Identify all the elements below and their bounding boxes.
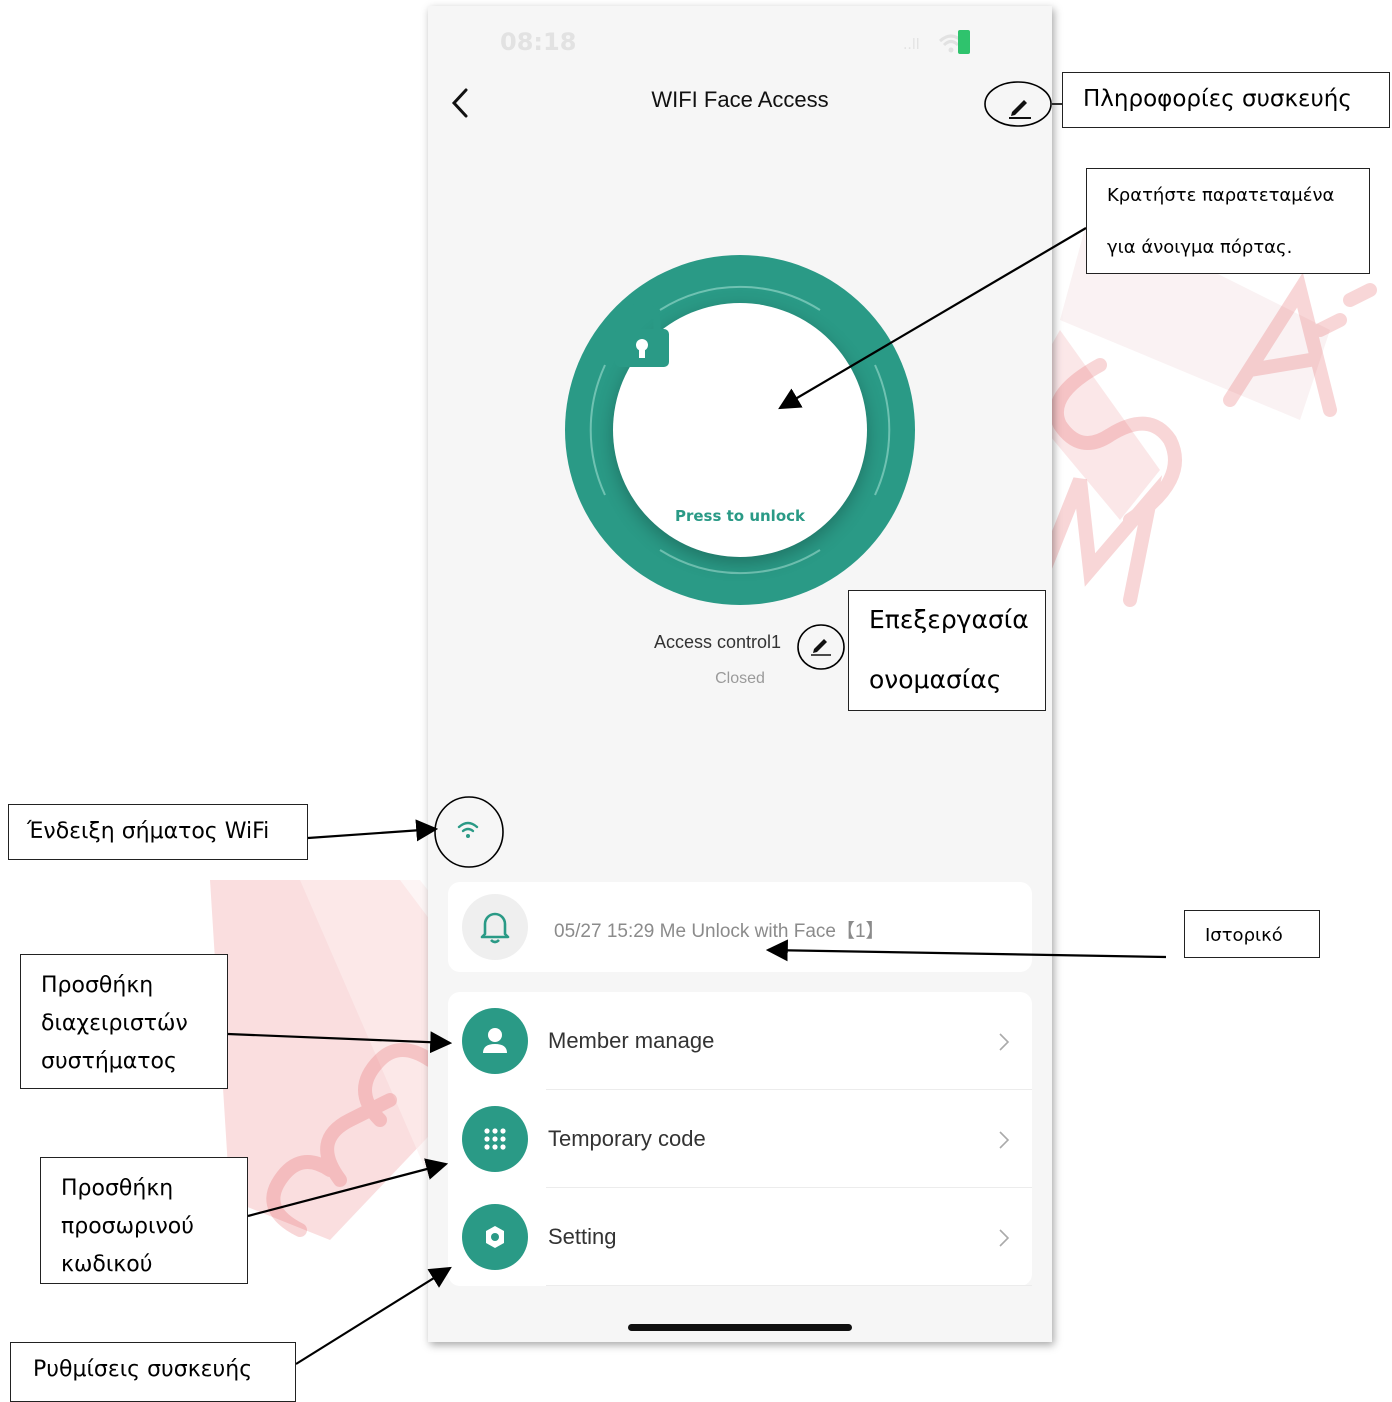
arrow-wifi — [307, 819, 439, 842]
menu-item-temporary-code[interactable]: Temporary code — [448, 1090, 1032, 1188]
person-icon — [462, 1008, 528, 1074]
device-name: Access control1 — [654, 632, 782, 652]
annotation-settings-text: Ρυθμίσεις συσκευής — [33, 1357, 253, 1382]
annotation-edit-name-line1: Επεξεργασία — [869, 605, 1029, 634]
gear-icon — [462, 1204, 528, 1270]
status-time: 08:18 — [500, 28, 577, 56]
bell-icon-wrap — [462, 894, 528, 960]
history-entry: 05/27 15:29 Me Unlock with Face【1】 — [554, 921, 885, 942]
menu-item-label: Temporary code — [548, 1126, 706, 1151]
unlock-button[interactable]: Press to unlock — [565, 255, 915, 605]
arrow-temp-code — [247, 1158, 449, 1218]
annotation-temp-code-text: Προσθήκη προσωρινού κωδικού — [61, 1176, 194, 1277]
page-title: WIFI Face Access — [651, 87, 829, 112]
status-icons: ..ll — [903, 30, 1004, 54]
home-indicator — [628, 1324, 852, 1331]
annotation-add-admins-text: Προσθήκη διαχειριστών συστήματος — [41, 973, 188, 1074]
annotation-edit-name-line2: ονομασίας — [869, 665, 1002, 694]
unlock-inner-circle[interactable]: Press to unlock — [613, 303, 867, 557]
annotation-edit-name: Επεξεργασία ονομασίας — [848, 590, 1046, 711]
chevron-right-icon — [999, 1229, 1010, 1247]
annotation-temp-code: Προσθήκη προσωρινού κωδικού — [40, 1157, 248, 1284]
edit-device-icon[interactable] — [1006, 92, 1034, 120]
bell-icon — [480, 912, 510, 944]
annotation-settings: Ρυθμίσεις συσκευής — [10, 1342, 296, 1402]
annotation-device-info: Πληροφορίες συσκευής — [1062, 72, 1390, 128]
chevron-right-icon — [999, 1131, 1010, 1149]
annotation-hold-unlock: Κρατήστε παρατεταμένα για άνοιγμα πόρτας… — [1086, 168, 1370, 274]
history-card[interactable]: 05/27 15:29 Me Unlock with Face【1】 — [448, 882, 1032, 972]
menu-item-label: Member manage — [548, 1028, 715, 1053]
signal-icon: ..ll — [902, 37, 920, 53]
annotation-add-admins: Προσθήκη διαχειριστών συστήματος — [20, 954, 228, 1089]
wifi-signal-icon — [457, 821, 479, 838]
menu-item-setting[interactable]: Setting — [448, 1188, 1032, 1286]
divider — [546, 1285, 1032, 1286]
annotation-device-info-text: Πληροφορίες συσκευής — [1083, 86, 1352, 112]
menu-card: Member manage Temporary code Setting — [448, 992, 1032, 1286]
keypad-icon — [462, 1106, 528, 1172]
annotation-history-text: Ιστορικό — [1205, 925, 1283, 946]
chevron-right-icon — [999, 1033, 1010, 1051]
annotation-hold-unlock-line1: Κρατήστε παρατεταμένα — [1107, 185, 1335, 206]
battery-icon — [958, 30, 970, 54]
annotation-wifi: Ένδειξη σήματος WiFi — [8, 804, 308, 860]
edit-name-icon[interactable] — [810, 634, 832, 656]
press-to-unlock-label: Press to unlock — [674, 507, 805, 525]
menu-item-label: Setting — [548, 1224, 617, 1249]
annotation-history: Ιστορικό — [1184, 910, 1320, 958]
arrow-setting — [295, 1266, 452, 1365]
lock-icon — [615, 303, 669, 367]
annotation-wifi-text: Ένδειξη σήματος WiFi — [27, 819, 270, 844]
annotation-hold-unlock-line2: για άνοιγμα πόρτας. — [1107, 237, 1293, 258]
menu-item-member-manage[interactable]: Member manage — [448, 992, 1032, 1090]
arrow-member — [227, 1031, 453, 1054]
